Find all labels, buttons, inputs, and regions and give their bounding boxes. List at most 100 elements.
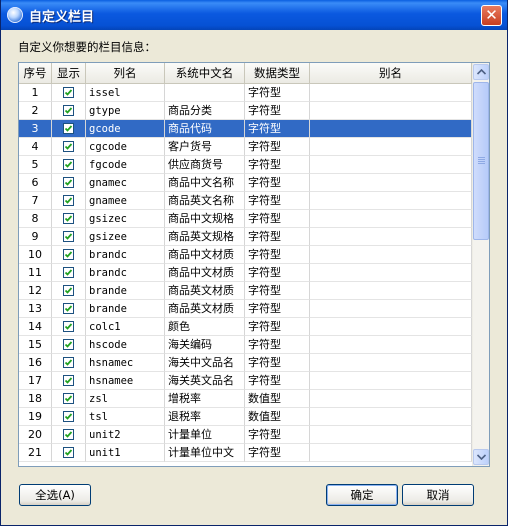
cell-show <box>52 228 86 246</box>
cell-cn-name: 颜色 <box>165 318 245 336</box>
cell-data-type: 字符型 <box>245 318 310 336</box>
table-row[interactable]: 1 issel 字符型 <box>19 84 472 102</box>
table-row[interactable]: 8 gsizec 商品中文规格 字符型 <box>19 210 472 228</box>
vertical-scrollbar[interactable] <box>472 63 489 466</box>
cell-show <box>52 318 86 336</box>
table-row[interactable]: 20 unit2 计量单位 字符型 <box>19 426 472 444</box>
show-checkbox[interactable] <box>63 285 74 296</box>
show-checkbox[interactable] <box>63 213 74 224</box>
cell-data-type: 字符型 <box>245 426 310 444</box>
cell-num: 19 <box>19 408 52 426</box>
show-checkbox[interactable] <box>63 159 74 170</box>
scroll-up-button[interactable] <box>473 64 489 80</box>
header-data-type[interactable]: 数据类型 <box>245 63 310 83</box>
cell-alias[interactable] <box>310 300 472 318</box>
scroll-down-button[interactable] <box>473 449 489 465</box>
cell-alias[interactable] <box>310 210 472 228</box>
cell-alias[interactable] <box>310 336 472 354</box>
show-checkbox[interactable] <box>63 321 74 332</box>
cell-alias[interactable] <box>310 318 472 336</box>
table-row[interactable]: 2 gtype 商品分类 字符型 <box>19 102 472 120</box>
header-show[interactable]: 显示 <box>52 63 86 83</box>
cell-alias[interactable] <box>310 156 472 174</box>
cell-cn-name: 增税率 <box>165 390 245 408</box>
table-row[interactable]: 3 gcode 商品代码 字符型 <box>19 120 472 138</box>
cell-cn-name: 商品中文规格 <box>165 210 245 228</box>
checkmark-icon <box>64 395 73 402</box>
checkmark-icon <box>64 197 73 204</box>
table-row[interactable]: 17 hsnamee 海关英文品名 字符型 <box>19 372 472 390</box>
show-checkbox[interactable] <box>63 105 74 116</box>
table-row[interactable]: 5 fgcode 供应商货号 字符型 <box>19 156 472 174</box>
show-checkbox[interactable] <box>63 87 74 98</box>
table-row[interactable]: 12 brande 商品英文材质 字符型 <box>19 282 472 300</box>
show-checkbox[interactable] <box>63 231 74 242</box>
cell-cn-name: 商品英文名称 <box>165 192 245 210</box>
cell-alias[interactable] <box>310 192 472 210</box>
cell-alias[interactable] <box>310 354 472 372</box>
close-button[interactable]: ✕ <box>481 5 502 26</box>
table-row[interactable]: 13 brande 商品英文材质 字符型 <box>19 300 472 318</box>
show-checkbox[interactable] <box>63 429 74 440</box>
cell-alias[interactable] <box>310 444 472 462</box>
table-row[interactable]: 19 tsl 退税率 数值型 <box>19 408 472 426</box>
cell-alias[interactable] <box>310 174 472 192</box>
cell-alias[interactable] <box>310 246 472 264</box>
select-all-button[interactable]: 全选(A) <box>19 484 91 506</box>
cell-data-type: 字符型 <box>245 192 310 210</box>
table-row[interactable]: 6 gnamec 商品中文名称 字符型 <box>19 174 472 192</box>
cell-alias[interactable] <box>310 120 472 138</box>
cell-alias[interactable] <box>310 228 472 246</box>
header-alias[interactable]: 别名 <box>310 63 472 83</box>
show-checkbox[interactable] <box>63 303 74 314</box>
table-row[interactable]: 21 unit1 计量单位中文 字符型 <box>19 444 472 462</box>
table-row[interactable]: 10 brandc 商品中文材质 字符型 <box>19 246 472 264</box>
table-row[interactable]: 18 zsl 增税率 数值型 <box>19 390 472 408</box>
show-checkbox[interactable] <box>63 393 74 404</box>
cell-column: hsnamec <box>86 354 165 372</box>
cell-cn-name: 计量单位中文 <box>165 444 245 462</box>
cell-show <box>52 282 86 300</box>
cell-alias[interactable] <box>310 426 472 444</box>
show-checkbox[interactable] <box>63 123 74 134</box>
cell-data-type: 字符型 <box>245 444 310 462</box>
cell-alias[interactable] <box>310 264 472 282</box>
grid-header: 序号 显示 列名 系统中文名 数据类型 别名 <box>19 63 472 84</box>
header-num[interactable]: 序号 <box>19 63 52 83</box>
show-checkbox[interactable] <box>63 177 74 188</box>
cancel-button[interactable]: 取消 <box>402 484 474 506</box>
table-row[interactable]: 7 gnamee 商品英文名称 字符型 <box>19 192 472 210</box>
table-row[interactable]: 15 hscode 海关编码 字符型 <box>19 336 472 354</box>
header-cn-name[interactable]: 系统中文名 <box>165 63 245 83</box>
cell-alias[interactable] <box>310 390 472 408</box>
cell-alias[interactable] <box>310 84 472 102</box>
header-column[interactable]: 列名 <box>86 63 165 83</box>
cell-alias[interactable] <box>310 408 472 426</box>
table-row[interactable]: 9 gsizee 商品英文规格 字符型 <box>19 228 472 246</box>
show-checkbox[interactable] <box>63 267 74 278</box>
cell-alias[interactable] <box>310 282 472 300</box>
checkmark-icon <box>64 215 73 222</box>
show-checkbox[interactable] <box>63 411 74 422</box>
show-checkbox[interactable] <box>63 249 74 260</box>
cell-cn-name: 商品代码 <box>165 120 245 138</box>
scroll-thumb[interactable] <box>473 82 489 240</box>
show-checkbox[interactable] <box>63 375 74 386</box>
cell-alias[interactable] <box>310 372 472 390</box>
table-row[interactable]: 11 brandc 商品中文材质 字符型 <box>19 264 472 282</box>
cell-cn-name: 商品英文材质 <box>165 282 245 300</box>
table-row[interactable]: 4 cgcode 客户货号 字符型 <box>19 138 472 156</box>
show-checkbox[interactable] <box>63 195 74 206</box>
title-bar[interactable]: 自定义栏目 ✕ <box>1 0 507 30</box>
ok-button[interactable]: 确定 <box>326 484 398 506</box>
cell-data-type: 字符型 <box>245 300 310 318</box>
show-checkbox[interactable] <box>63 357 74 368</box>
show-checkbox[interactable] <box>63 447 74 458</box>
cell-column: brandc <box>86 246 165 264</box>
show-checkbox[interactable] <box>63 339 74 350</box>
table-row[interactable]: 16 hsnamec 海关中文品名 字符型 <box>19 354 472 372</box>
table-row[interactable]: 14 colc1 颜色 字符型 <box>19 318 472 336</box>
cell-alias[interactable] <box>310 138 472 156</box>
show-checkbox[interactable] <box>63 141 74 152</box>
cell-alias[interactable] <box>310 102 472 120</box>
